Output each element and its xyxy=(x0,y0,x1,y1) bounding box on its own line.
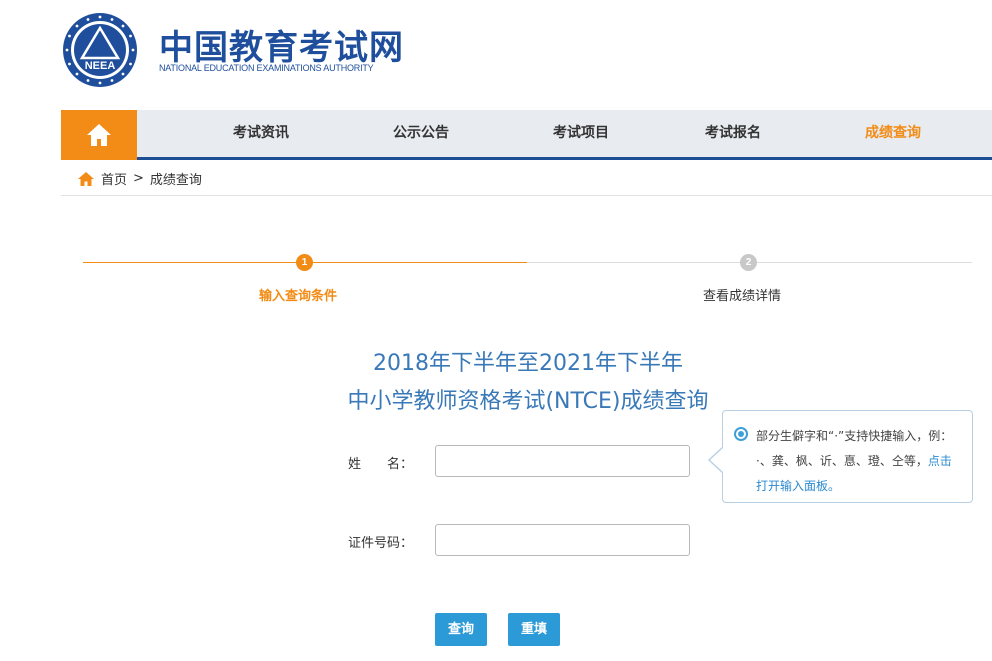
site-logo[interactable]: NEEA 中国教育考试网 NATIONAL EDUCATION EXAMINAT… xyxy=(62,12,403,90)
nav-item-exam-news[interactable]: 考试资讯 xyxy=(233,110,289,157)
id-number-input[interactable] xyxy=(435,524,690,556)
name-input[interactable] xyxy=(435,445,690,477)
page-title-line1: 2018年下半年至2021年下半年 xyxy=(373,351,683,376)
nav-home-button[interactable] xyxy=(61,110,137,160)
tooltip-arrow-fill xyxy=(710,448,723,472)
home-icon xyxy=(78,171,94,186)
reset-button[interactable]: 重填 xyxy=(508,613,560,646)
breadcrumb: 首页 > 成绩查询 xyxy=(61,162,992,196)
query-button[interactable]: 查询 xyxy=(435,613,487,646)
nav-item-registration[interactable]: 考试报名 xyxy=(705,110,761,157)
tooltip-message: 部分生僻字和“·”支持快捷输入，例：·、龚、枫、䜣、惪、璒、仝等， xyxy=(756,429,947,468)
step-2-marker: 2 xyxy=(740,254,757,271)
tooltip-text: 部分生僻字和“·”支持快捷输入，例：·、龚、枫、䜣、惪、璒、仝等，点击打开输入面… xyxy=(756,424,962,499)
home-icon xyxy=(87,124,111,146)
step-2-label: 查看成绩详情 xyxy=(703,289,782,304)
site-name-cn: 中国教育考试网 xyxy=(159,28,404,68)
page: NEEA 中国教育考试网 NATIONAL EDUCATION EXAMINAT… xyxy=(0,0,992,661)
rare-char-tooltip: 部分生僻字和“·”支持快捷输入，例：·、龚、枫、䜣、惪、璒、仝等，点击打开输入面… xyxy=(722,410,973,503)
name-label: 姓 名： xyxy=(348,457,414,472)
step-1-marker: 1 xyxy=(296,254,313,271)
nav-item-exam-projects[interactable]: 考试项目 xyxy=(553,110,609,157)
breadcrumb-current: 成绩查询 xyxy=(149,173,202,188)
breadcrumb-home-link[interactable]: 首页 xyxy=(101,169,127,188)
breadcrumb-separator: > xyxy=(133,171,144,186)
step-1-label: 输入查询条件 xyxy=(259,289,338,304)
id-number-label: 证件号码： xyxy=(348,536,414,551)
main-nav: 考试资讯 公示公告 考试项目 考试报名 成绩查询 xyxy=(61,110,992,160)
nav-item-score-query[interactable]: 成绩查询 xyxy=(865,110,921,157)
svg-text:NEEA: NEEA xyxy=(85,60,116,72)
info-radio-icon xyxy=(734,427,748,441)
nav-item-announcements[interactable]: 公示公告 xyxy=(393,110,449,157)
neea-emblem-icon: NEEA xyxy=(63,13,137,87)
site-name-en: NATIONAL EDUCATION EXAMINATIONS AUTHORIT… xyxy=(159,63,374,73)
